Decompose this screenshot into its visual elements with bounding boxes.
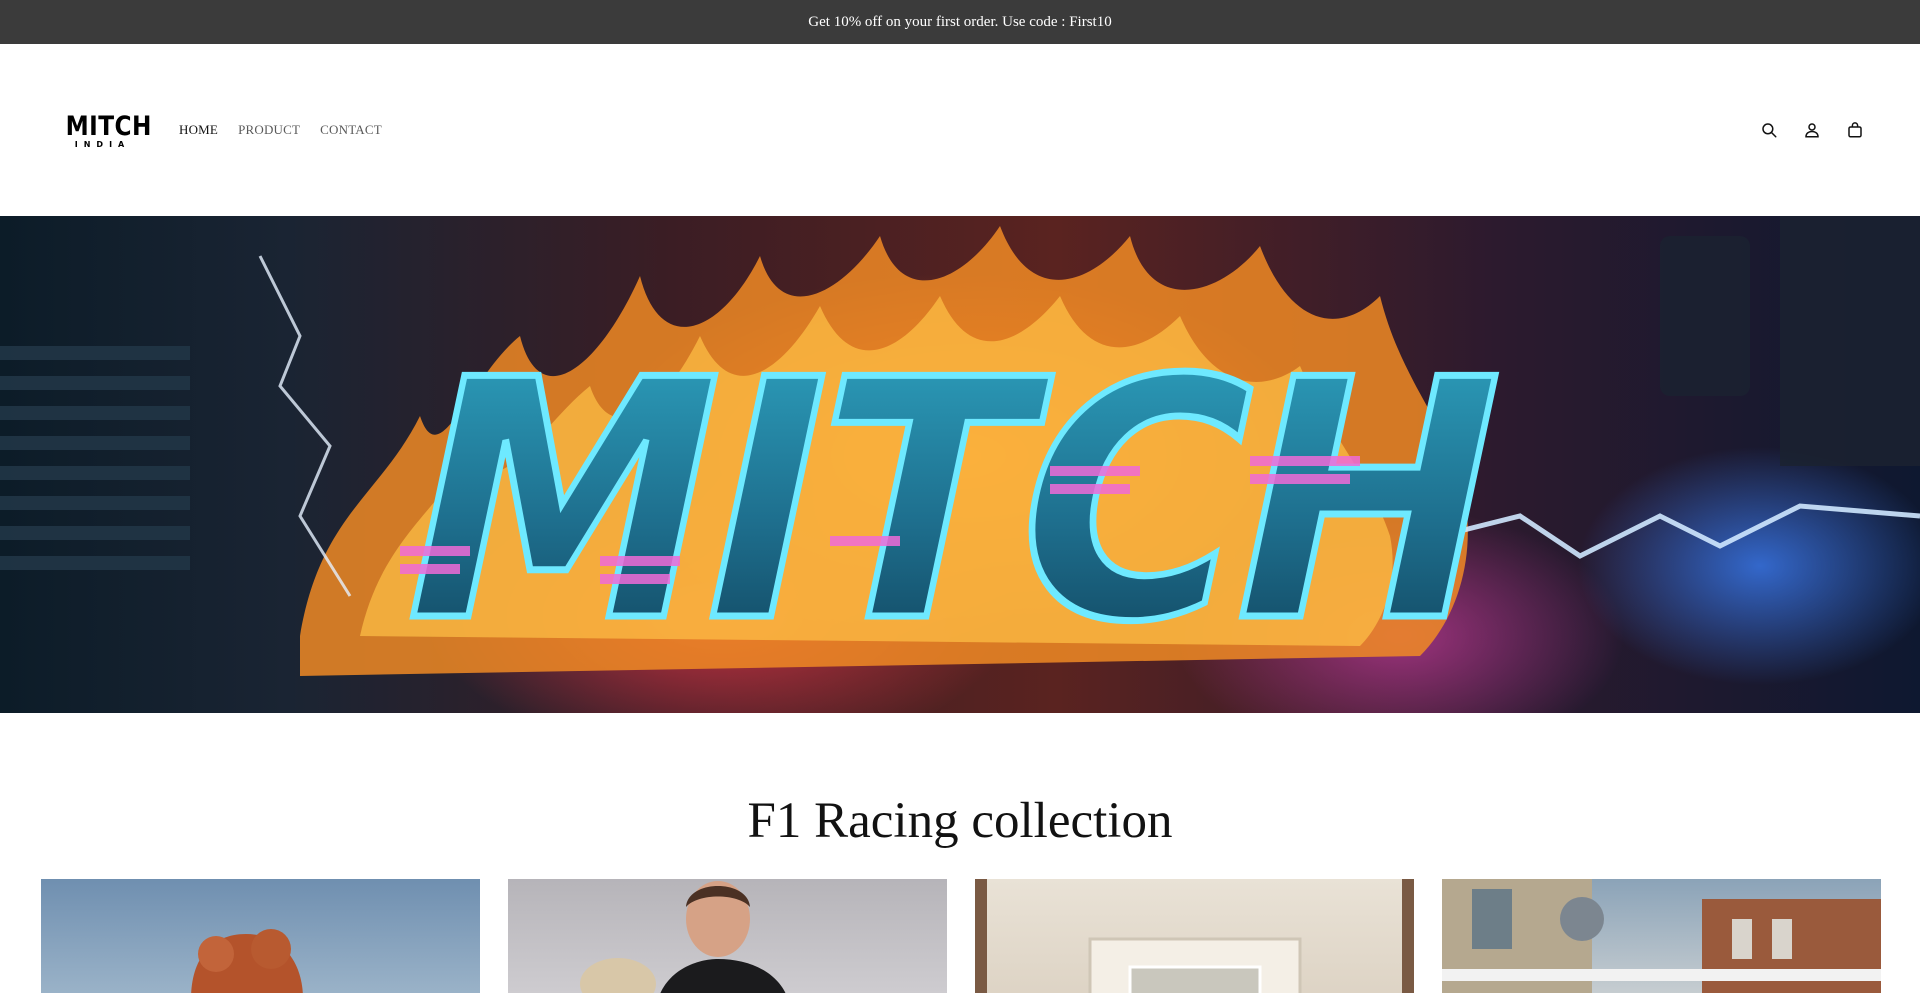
product-image	[1442, 879, 1881, 993]
account-icon	[1804, 122, 1819, 137]
hero-banner: MITCH	[0, 216, 1920, 713]
product-image	[580, 881, 786, 993]
site-header: MITCH INDIA HOME PRODUCT CONTACT	[0, 44, 1920, 216]
header-icons	[1757, 118, 1866, 141]
announcement-bar: Get 10% off on your first order. Use cod…	[0, 0, 1920, 44]
search-button[interactable]	[1757, 118, 1780, 141]
nav-item-home[interactable]: HOME	[179, 122, 218, 138]
product-image	[975, 879, 1414, 993]
product-grid	[41, 879, 1881, 993]
product-card[interactable]	[975, 879, 1414, 993]
hero-graffiti-image: MITCH	[0, 216, 1920, 698]
account-button[interactable]	[1800, 118, 1823, 141]
announcement-text: Get 10% off on your first order. Use cod…	[808, 13, 1112, 30]
graffiti-wordmark: MITCH	[368, 309, 1530, 694]
logo-wordmark: MITCH	[65, 111, 152, 142]
product-image	[191, 929, 303, 993]
left-building-shape	[0, 346, 190, 570]
nav-item-product[interactable]: PRODUCT	[238, 122, 300, 138]
product-card[interactable]	[508, 879, 947, 993]
collection-title: F1 Racing collection	[747, 793, 1173, 849]
cart-icon	[1847, 121, 1862, 137]
graffiti-letters: MITCH	[365, 306, 1534, 698]
product-card[interactable]	[1442, 879, 1881, 993]
right-machinery-shape	[1660, 216, 1920, 466]
nav-item-contact[interactable]: CONTACT	[320, 122, 382, 138]
product-card[interactable]	[41, 879, 480, 993]
cart-button[interactable]	[1843, 118, 1866, 141]
main-nav: HOME PRODUCT CONTACT	[179, 122, 382, 138]
site-logo[interactable]: MITCH INDIA	[60, 111, 152, 150]
search-icon	[1761, 122, 1776, 137]
